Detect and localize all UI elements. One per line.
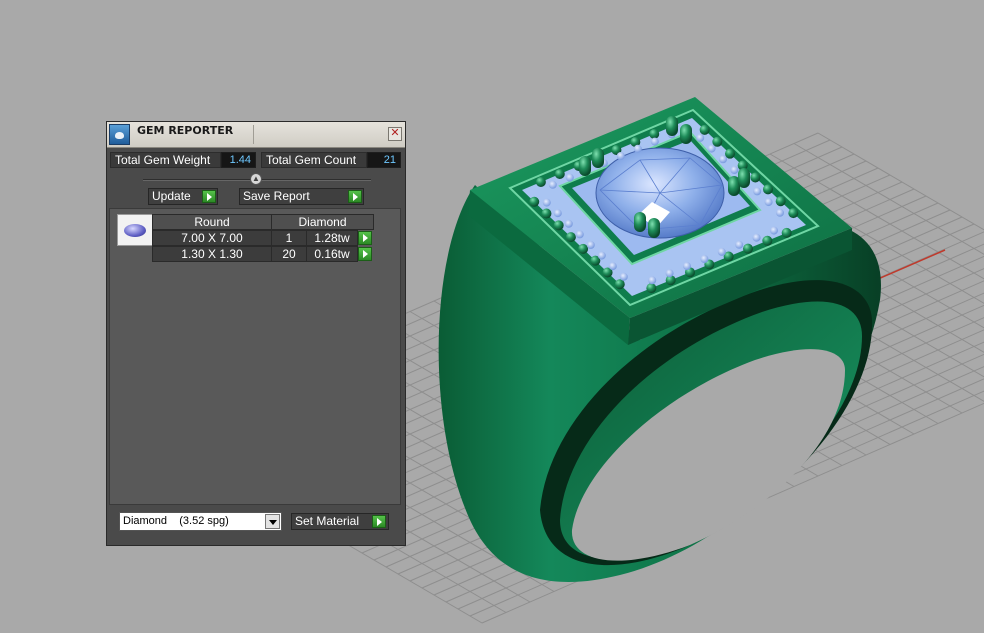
bead [529, 196, 540, 207]
bead [554, 169, 565, 179]
table-header-shape: Round [152, 214, 272, 230]
pave-stone [770, 226, 778, 235]
pave-stone [633, 144, 642, 153]
pave-stone [735, 240, 744, 249]
bead [649, 129, 660, 139]
green-play-arrow-icon [202, 190, 216, 203]
row-2-size: 1.30 X 1.30 [152, 246, 272, 262]
bead [578, 243, 589, 254]
row-1-size: 7.00 X 7.00 [152, 230, 272, 246]
save-report-button-label: Save Report [243, 189, 310, 203]
total-gem-weight-label: Total Gem Weight [110, 152, 221, 168]
row-1-weight: 1.28tw [306, 230, 358, 246]
total-gem-weight-value: 1.44 [221, 152, 256, 168]
update-button-label: Update [152, 189, 191, 203]
material-select-value: Diamond (3.52 spg) [123, 515, 229, 527]
bead [750, 172, 761, 183]
pave-stone [564, 219, 573, 228]
row-2-count: 20 [271, 246, 307, 262]
title-divider [253, 125, 254, 144]
total-gem-count-value: 21 [367, 152, 401, 168]
pave-stone [648, 276, 657, 285]
panel-title: GEM REPORTER [137, 124, 234, 137]
pave-stone [683, 262, 691, 271]
bead [535, 177, 546, 187]
pave-stone [764, 198, 773, 207]
bead [775, 196, 786, 207]
bead [565, 232, 576, 243]
bead [781, 227, 792, 238]
table-header-material: Diamond [271, 214, 374, 230]
pave-stone [608, 262, 617, 271]
pave-stone [586, 241, 595, 249]
prong [634, 212, 646, 232]
bead [541, 208, 552, 219]
pave-stone [665, 269, 674, 278]
pave-stone [717, 247, 726, 256]
pave-stone [753, 187, 762, 196]
round-diamond-icon[interactable] [117, 214, 153, 246]
pave-stone [542, 198, 551, 207]
prong [592, 148, 604, 168]
pave-stone [565, 173, 574, 182]
pave-stone [700, 255, 709, 263]
gem-reporter-panel: GEM REPORTER ✕ Total Gem Weight 1.44 Tot… [106, 121, 406, 546]
set-material-button-label: Set Material [295, 514, 360, 528]
pave-stone [597, 251, 606, 260]
pave-stone [575, 230, 584, 239]
pave-stone [707, 144, 716, 153]
prong [648, 218, 660, 238]
row-1-select-button[interactable] [358, 231, 372, 245]
pave-stone [696, 133, 705, 142]
pave-stone [619, 272, 628, 281]
bead [699, 124, 710, 135]
bead [712, 136, 723, 147]
ring-model[interactable] [438, 97, 881, 583]
bead [788, 208, 799, 219]
pave-stone [553, 209, 562, 218]
bead [725, 148, 735, 159]
close-icon[interactable]: ✕ [388, 127, 402, 141]
gem-list: Round Diamond 7.00 X 7.00 1 1.28tw 1.30 … [109, 208, 401, 505]
pave-stone [548, 180, 557, 189]
set-material-button[interactable]: Set Material [291, 513, 389, 530]
pave-stone [730, 166, 739, 174]
update-button[interactable]: Update [148, 188, 218, 205]
pave-stone [752, 233, 761, 242]
gem-reporter-icon [109, 124, 130, 145]
green-play-arrow-icon [348, 190, 362, 203]
total-gem-count-label: Total Gem Count [261, 152, 367, 168]
material-select[interactable]: Diamond (3.52 spg) [119, 512, 282, 531]
row-1-count: 1 [271, 230, 307, 246]
green-play-arrow-icon [372, 515, 386, 528]
bead [743, 243, 753, 254]
bead [762, 235, 773, 246]
pave-stone [650, 137, 659, 146]
panel-slider-knob[interactable]: ▲ [250, 173, 262, 185]
pave-stone [719, 155, 727, 164]
prong [680, 124, 692, 144]
pave-stone [776, 208, 784, 217]
row-2-select-button[interactable] [358, 247, 372, 261]
bead [763, 184, 773, 195]
bead [553, 220, 564, 231]
prong [738, 168, 750, 188]
save-report-button[interactable]: Save Report [239, 188, 364, 205]
bead [646, 283, 657, 294]
prong [666, 116, 678, 136]
row-2-weight: 0.16tw [306, 246, 358, 262]
prong [579, 156, 591, 176]
chevron-down-icon[interactable] [265, 514, 280, 529]
panel-titlebar[interactable]: GEM REPORTER ✕ [107, 122, 405, 148]
pave-stone [616, 152, 625, 160]
